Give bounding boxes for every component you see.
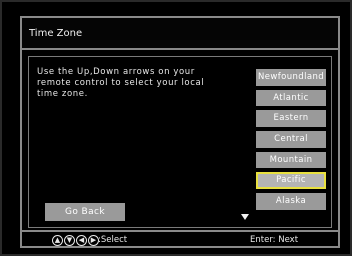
enter-hint: Enter: Next (250, 235, 299, 245)
instructions-line: time zone. (37, 89, 88, 99)
instructions-line: Use the Up,Down arrows on your (37, 67, 195, 77)
content-panel: Use the Up,Down arrows on your remote co… (28, 56, 332, 228)
down-arrow-icon: ▼ (64, 235, 75, 246)
footer-bar: ▲ ▼ ◀ ▶ :Select Enter: Next (22, 230, 338, 246)
instructions-line: remote control to select your local (37, 78, 205, 88)
zone-option-atlantic[interactable]: Atlantic (256, 89, 326, 107)
zone-option-mountain[interactable]: Mountain (256, 151, 326, 169)
zone-option-alaska[interactable]: Alaska (256, 193, 326, 210)
page-title: Time Zone (22, 18, 338, 50)
zone-option-central[interactable]: Central (256, 131, 326, 148)
tv-screen: Time Zone Use the Up,Down arrows on your… (0, 0, 352, 256)
go-back-button[interactable]: Go Back (45, 203, 125, 221)
time-zone-list: Newfoundland Atlantic Eastern Central Mo… (256, 69, 326, 214)
zone-option-pacific[interactable]: Pacific (256, 172, 326, 189)
nav-arrows: ▲ ▼ ◀ ▶ (52, 235, 99, 246)
instructions-text: Use the Up,Down arrows on your remote co… (37, 67, 237, 100)
left-arrow-icon: ◀ (76, 235, 87, 246)
zone-option-eastern[interactable]: Eastern (256, 110, 326, 127)
scroll-down-icon[interactable] (241, 214, 249, 220)
select-hint: :Select (98, 235, 128, 245)
up-arrow-icon: ▲ (52, 235, 63, 246)
zone-option-newfoundland[interactable]: Newfoundland (256, 69, 326, 86)
time-zone-dialog: Time Zone Use the Up,Down arrows on your… (20, 16, 340, 248)
